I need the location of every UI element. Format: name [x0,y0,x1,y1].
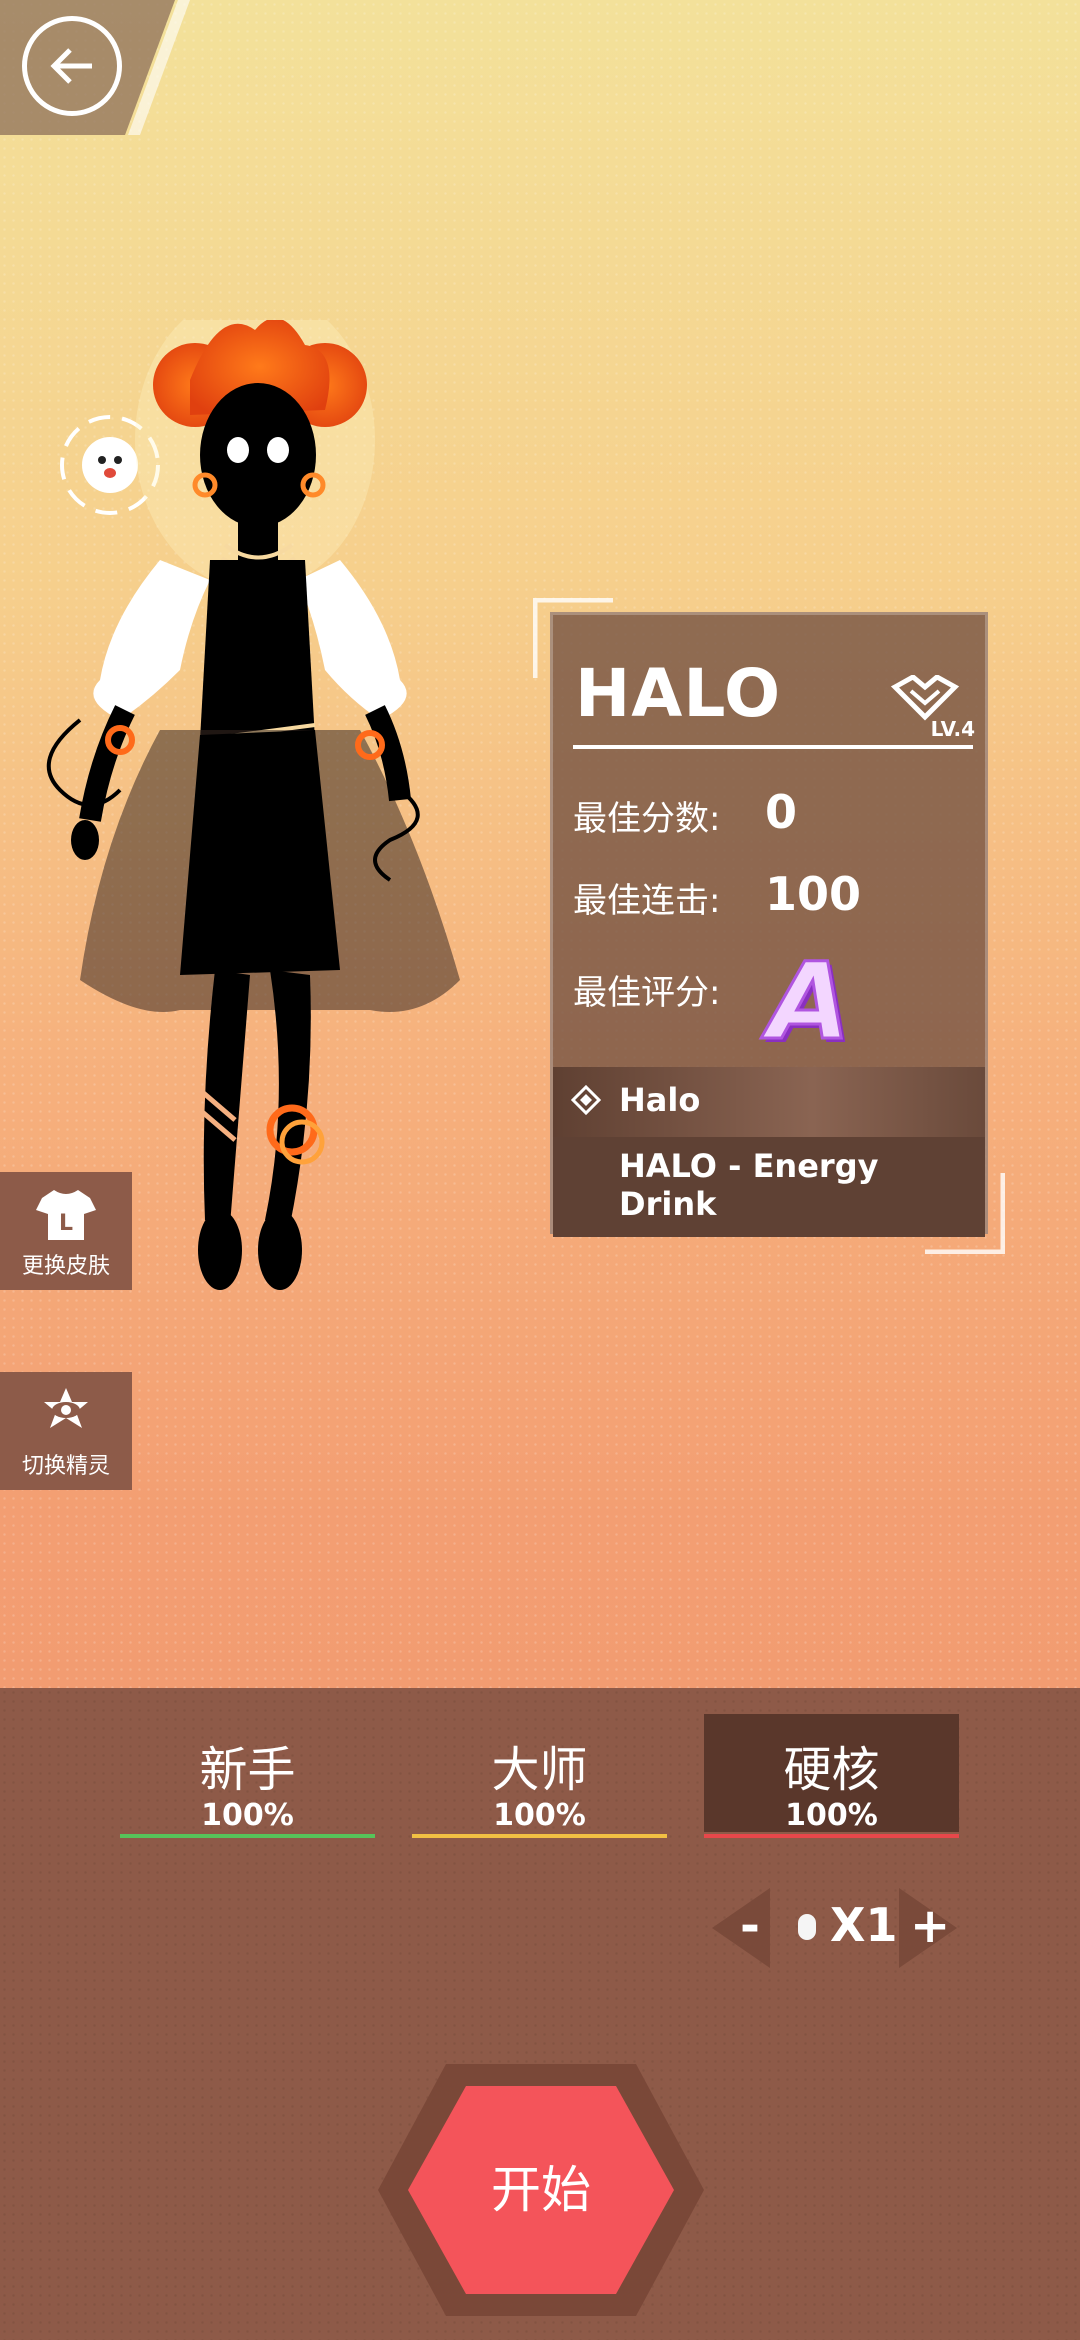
difficulty-novice-tab[interactable]: 新手 100% [120,1714,375,1838]
title-divider [573,745,973,749]
difficulty-underline [704,1834,959,1838]
difficulty-underline [412,1834,667,1838]
shirt-icon: L [36,1190,96,1240]
difficulty-hardcore-tab[interactable]: 硬核 100% [704,1714,959,1838]
start-label[interactable]: 开始 [378,2150,704,2222]
change-skin-button[interactable]: L 更换皮肤 [0,1172,132,1290]
speed-control: - X1 + [712,1888,957,1968]
best-combo-value: 100 [765,867,862,921]
song-version-name: HALO - Energy Drink [619,1147,879,1223]
plus-icon: + [910,1898,951,1954]
change-skin-label: 更换皮肤 [21,1254,110,1279]
difficulty-name: 新手 [199,1742,296,1798]
switch-sprite-label: 切换精灵 [21,1454,110,1479]
character-illustration [46,320,460,1290]
level-label: LV.4 [930,717,975,741]
selected-diamond-icon [571,1085,601,1115]
best-combo-label: 最佳连击: [573,881,721,921]
best-rank-value: A [766,939,851,1065]
song-version-list: Halo HALO - Energy Drink [553,1067,985,1237]
difficulty-percent: 100% [493,1798,586,1833]
best-score-value: 0 [765,785,798,839]
svg-text:L: L [59,1211,73,1236]
eye-icon [44,1388,88,1428]
difficulty-underline [120,1834,375,1838]
song-version-item[interactable]: HALO - Energy Drink [553,1137,985,1237]
minus-icon: - [740,1898,760,1954]
song-title: HALO [575,655,782,732]
difficulty-percent: 100% [201,1798,294,1833]
song-version-item[interactable]: Halo [553,1067,985,1137]
difficulty-name: 硬核 [783,1742,880,1798]
best-score-label: 最佳分数: [573,799,721,839]
difficulty-master-tab[interactable]: 大师 100% [412,1714,667,1838]
speed-value: X1 [830,1898,898,1952]
best-rank-label: 最佳评分: [573,973,721,1013]
speed-indicator-icon [798,1914,816,1940]
difficulty-name: 大师 [491,1742,588,1798]
difficulty-percent: 100% [785,1798,878,1833]
back-arrow-icon [50,48,92,84]
back-button[interactable] [22,16,122,116]
song-version-name: Halo [619,1081,701,1119]
switch-sprite-button[interactable]: 切换精灵 [0,1372,132,1490]
song-info-panel: HALO LV.4 最佳分数: 0 最佳连击: 100 最佳评分: A Halo… [550,612,988,1237]
